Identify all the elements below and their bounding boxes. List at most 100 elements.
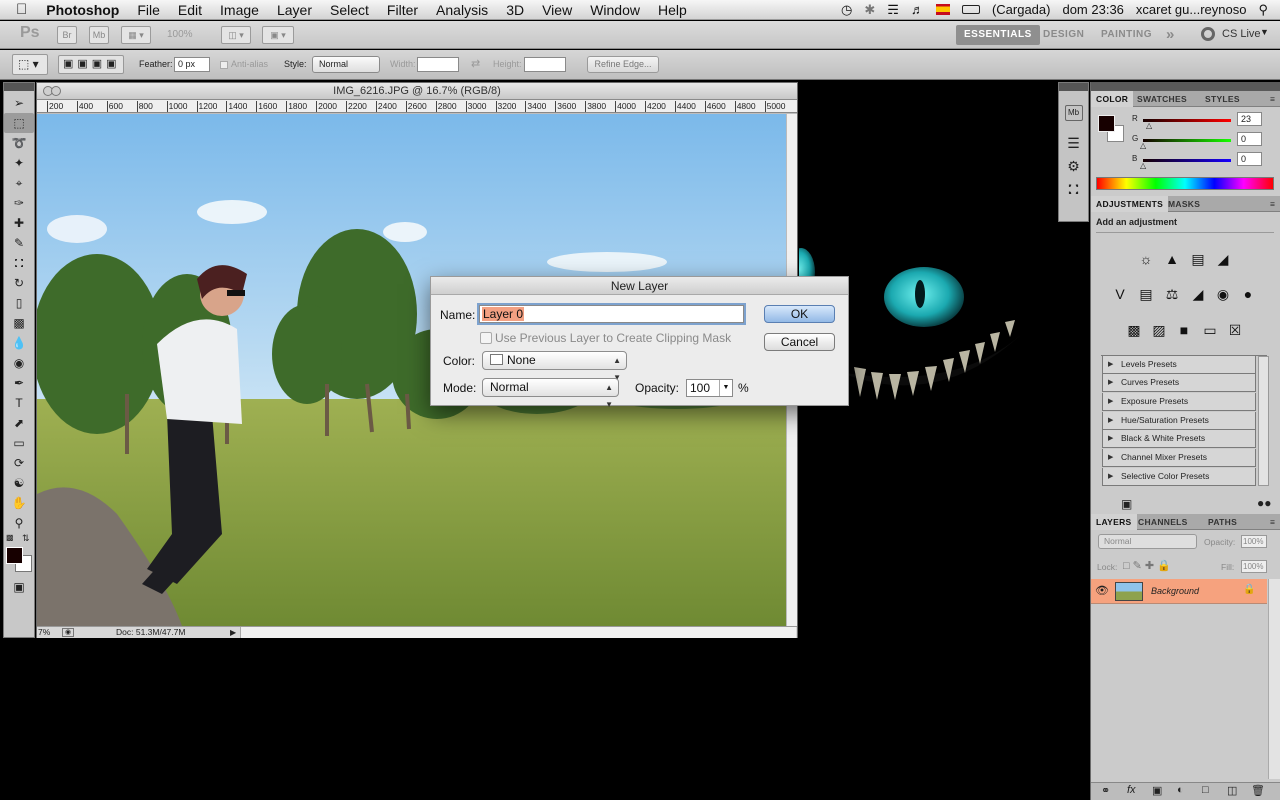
- pen-tool-icon[interactable]: ✒: [4, 373, 34, 393]
- volume-icon[interactable]: ♬: [911, 2, 924, 17]
- eraser-tool-icon[interactable]: ▯: [4, 293, 34, 313]
- preset-hue-saturation[interactable]: Hue/Saturation Presets: [1102, 412, 1256, 430]
- menu-3d[interactable]: 3D: [497, 2, 533, 18]
- tools-panel-header[interactable]: [4, 83, 34, 91]
- blend-mode-select[interactable]: Normal: [1098, 534, 1197, 549]
- color-select[interactable]: None ▲ ▼: [482, 351, 627, 382]
- app-menu[interactable]: Photoshop: [37, 2, 128, 18]
- blur-tool-icon[interactable]: 💧: [4, 333, 34, 353]
- panel-menu-icon[interactable]: ≡: [1265, 91, 1280, 107]
- user-menu[interactable]: xcaret gu...reynoso: [1136, 2, 1247, 17]
- blue-slider[interactable]: [1143, 159, 1231, 162]
- mode-select[interactable]: Normal ▲ ▼: [482, 378, 619, 409]
- crop-tool-icon[interactable]: ⌖: [4, 173, 34, 193]
- preset-channel-mixer[interactable]: Channel Mixer Presets: [1102, 449, 1256, 467]
- new-layer-icon[interactable]: ◫: [1227, 784, 1237, 797]
- spotlight-icon[interactable]: ⚲: [1258, 2, 1268, 18]
- arrange-documents-button[interactable]: ◫ ▾: [221, 26, 251, 44]
- status-arrow-icon[interactable]: ▶: [230, 627, 236, 638]
- horizontal-ruler[interactable]: 200 400 600 800 1000 1200 1400 1600 1800 2000 2200…: [37, 100, 797, 113]
- add-mask-icon[interactable]: ▣: [1152, 784, 1162, 797]
- adjustment-clip-icon[interactable]: ▣: [1121, 497, 1132, 511]
- gradient-tool-icon[interactable]: ▩: [4, 313, 34, 333]
- eyedropper-tool-icon[interactable]: ✑: [4, 193, 34, 213]
- menu-layer[interactable]: Layer: [268, 2, 321, 18]
- menu-image[interactable]: Image: [211, 2, 268, 18]
- vibrance-icon[interactable]: V: [1111, 286, 1129, 302]
- status-menu-icon[interactable]: ◉: [62, 628, 74, 637]
- red-slider[interactable]: [1143, 119, 1231, 122]
- preset-levels[interactable]: Levels Presets: [1102, 356, 1256, 374]
- cs-live-menu[interactable]: CS Live: [1222, 28, 1261, 40]
- clone-stamp-tool-icon[interactable]: ⛚: [4, 253, 34, 273]
- style-select[interactable]: Normal: [312, 56, 380, 73]
- lasso-tool-icon[interactable]: ➰: [4, 133, 34, 153]
- workspace-design[interactable]: DESIGN: [1035, 25, 1092, 45]
- clipping-mask-checkbox[interactable]: [480, 332, 492, 344]
- marquee-preset-picker[interactable]: ⬚ ▾: [12, 54, 48, 75]
- swap-dimensions-icon[interactable]: ⇄: [471, 57, 480, 70]
- preset-exposure[interactable]: Exposure Presets: [1102, 393, 1256, 411]
- color-fg-swatch[interactable]: [1098, 115, 1115, 132]
- icon-strip-header[interactable]: [1059, 83, 1088, 91]
- layer-row-background[interactable]: 👁 Background 🔒: [1091, 579, 1267, 604]
- rectangular-marquee-tool-icon[interactable]: ⬚: [4, 113, 34, 133]
- cancel-button[interactable]: Cancel: [764, 333, 835, 351]
- move-tool-icon[interactable]: ➢: [4, 93, 34, 113]
- clone-source-icon[interactable]: ⚙: [1059, 158, 1088, 175]
- spot-healing-tool-icon[interactable]: ✚: [4, 213, 34, 233]
- bridge-button[interactable]: Br: [57, 26, 77, 44]
- path-selection-tool-icon[interactable]: ⬈: [4, 413, 34, 433]
- green-slider-thumb-icon[interactable]: △: [1140, 141, 1146, 150]
- default-colors-icon[interactable]: ▩: [6, 533, 14, 542]
- mini-bridge-button[interactable]: Mb: [89, 26, 109, 44]
- adjust-panel-icon[interactable]: ☰: [1059, 135, 1088, 152]
- panel-menu-icon[interactable]: ≡: [1265, 196, 1280, 212]
- history-brush-tool-icon[interactable]: ↻: [4, 273, 34, 293]
- red-slider-thumb-icon[interactable]: △: [1146, 121, 1152, 130]
- bluetooth-icon[interactable]: ✱: [864, 2, 875, 18]
- height-input[interactable]: [524, 57, 566, 72]
- menu-help[interactable]: Help: [649, 2, 696, 18]
- wifi-icon[interactable]: ☴: [887, 2, 899, 18]
- mini-bridge-icon[interactable]: Mb: [1064, 105, 1083, 121]
- opacity-dropdown-icon[interactable]: ▼: [719, 380, 732, 396]
- gradient-map-icon[interactable]: ▭: [1201, 322, 1219, 338]
- document-title-bar[interactable]: IMG_6216.JPG @ 16.7% (RGB/8): [37, 83, 797, 100]
- width-input[interactable]: [417, 57, 459, 72]
- curves-icon[interactable]: ▤: [1189, 251, 1207, 267]
- selection-mode-buttons[interactable]: ▣▣▣▣: [58, 55, 124, 74]
- apple-menu-icon[interactable]: : [0, 1, 37, 18]
- time-machine-icon[interactable]: ◷: [841, 2, 852, 18]
- channel-mixer-icon[interactable]: ●: [1239, 286, 1257, 302]
- lock-icons[interactable]: □✎✚🔒: [1123, 559, 1174, 572]
- adjustments-scrollbar[interactable]: [1258, 356, 1269, 486]
- horizontal-scrollbar[interactable]: [240, 627, 796, 638]
- brush-tool-icon[interactable]: ✎: [4, 233, 34, 253]
- cs-live-arrow-icon[interactable]: ▼: [1260, 27, 1269, 37]
- blue-value-input[interactable]: 0: [1237, 152, 1262, 166]
- color-spectrum-ramp[interactable]: [1096, 177, 1274, 190]
- layer-name-input[interactable]: Layer 0: [479, 305, 744, 323]
- tab-paths[interactable]: PATHS: [1203, 514, 1242, 530]
- tab-adjustments[interactable]: ADJUSTMENTS: [1091, 196, 1169, 212]
- minimize-window-icon[interactable]: [51, 86, 61, 96]
- green-value-input[interactable]: 0: [1237, 132, 1262, 146]
- workspace-painting[interactable]: PAINTING: [1093, 25, 1160, 45]
- black-white-icon[interactable]: ◢: [1189, 286, 1207, 302]
- rectangle-tool-icon[interactable]: ▭: [4, 433, 34, 453]
- color-balance-icon[interactable]: ⚖: [1163, 286, 1181, 302]
- preset-black-white[interactable]: Black & White Presets: [1102, 430, 1256, 448]
- menu-file[interactable]: File: [128, 2, 169, 18]
- new-group-icon[interactable]: □: [1202, 784, 1209, 796]
- tab-styles[interactable]: STYLES: [1200, 91, 1245, 107]
- menu-edit[interactable]: Edit: [169, 2, 211, 18]
- hue-saturation-icon[interactable]: ▤: [1137, 286, 1155, 302]
- tab-channels[interactable]: CHANNELS: [1133, 514, 1193, 530]
- ok-button[interactable]: OK: [764, 305, 835, 323]
- screen-mode-button[interactable]: ▣ ▾: [262, 26, 294, 44]
- invert-icon[interactable]: ▩: [1125, 322, 1143, 338]
- anti-alias-checkbox[interactable]: [220, 61, 228, 69]
- adjustment-view-icon[interactable]: ●●: [1257, 496, 1272, 510]
- menu-select[interactable]: Select: [321, 2, 378, 18]
